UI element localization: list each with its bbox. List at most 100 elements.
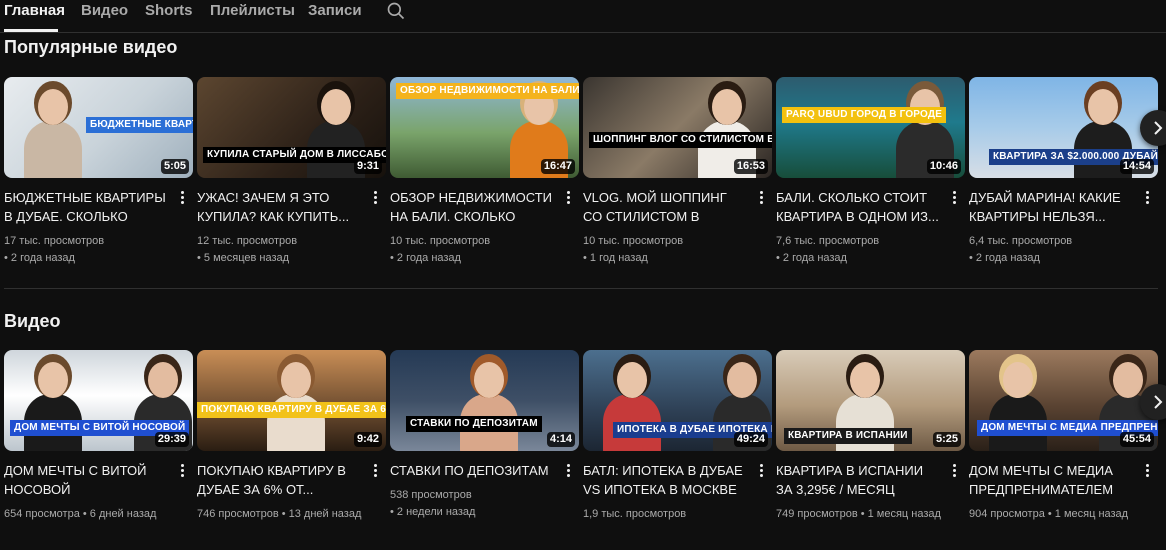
video-thumbnail[interactable]: ОБЗОР НЕДВИЖИМОСТИ НА БАЛИ 16:47 bbox=[390, 77, 579, 178]
video-age: • 2 года назад bbox=[390, 252, 461, 264]
guest-head bbox=[727, 362, 757, 398]
video-views: 17 тыс. просмотров bbox=[4, 235, 105, 247]
presenter-head bbox=[474, 362, 504, 398]
more-vert-icon[interactable] bbox=[369, 462, 381, 480]
channel-tabs: Главная Видео Shorts Плейлисты Записи bbox=[0, 0, 1166, 33]
video-duration: 49:24 bbox=[733, 432, 768, 447]
video-title[interactable]: ДОМ МЕЧТЫ С ВИТОЙ НОСОВОЙ bbox=[4, 461, 170, 499]
video-thumbnail[interactable]: ПОКУПАЮ КВАРТИРУ В ДУБАЕ ЗА 6% ОТ СТОИМО… bbox=[197, 350, 386, 451]
video-thumbnail[interactable]: ДОМ МЕЧТЫ С ВИТОЙ НОСОВОЙ 29:39 bbox=[4, 350, 193, 451]
video-thumbnail[interactable]: КУПИЛА СТАРЫЙ ДОМ В ЛИССАБОНЕ 9:31 bbox=[197, 77, 386, 178]
video-title[interactable]: БАЛИ. СКОЛЬКО СТОИТ КВАРТИРА В ОДНОМ ИЗ.… bbox=[776, 188, 942, 226]
video-views: 1,9 тыс. просмотров bbox=[583, 508, 687, 520]
section-title-popular: Популярные видео bbox=[4, 37, 178, 57]
video-views: 749 просмотров • 1 месяц назад bbox=[776, 508, 941, 520]
video-duration: 29:39 bbox=[154, 432, 189, 447]
video-thumbnail[interactable]: БЮДЖЕТНЫЕ КВАРТИРЫ В ДУБАЕ 5:05 bbox=[4, 77, 193, 178]
more-vert-icon[interactable] bbox=[948, 189, 960, 207]
video-duration: 9:42 bbox=[353, 432, 382, 447]
thumbnail-caption: ОБЗОР НЕДВИЖИМОСТИ НА БАЛИ bbox=[396, 83, 579, 99]
tab-videos[interactable]: Видео bbox=[81, 2, 128, 19]
more-vert-icon[interactable] bbox=[1141, 189, 1153, 207]
video-age: • 2 недели назад bbox=[390, 506, 476, 518]
video-title[interactable]: ДУБАЙ МАРИНА! КАКИЕ КВАРТИРЫ НЕЛЬЗЯ... bbox=[969, 188, 1135, 226]
thumbnail-caption: СТАВКИ ПО ДЕПОЗИТАМ bbox=[406, 416, 542, 432]
video-card: КУПИЛА СТАРЫЙ ДОМ В ЛИССАБОНЕ 9:31 УЖАС! З… bbox=[197, 77, 386, 277]
video-age: • 5 месяцев назад bbox=[197, 252, 290, 264]
video-duration: 4:14 bbox=[546, 432, 575, 447]
video-title[interactable]: КВАРТИРА В ИСПАНИИ ЗА 3,295€ / МЕСЯЦ bbox=[776, 461, 942, 499]
more-vert-icon[interactable] bbox=[176, 462, 188, 480]
more-vert-icon[interactable] bbox=[562, 189, 574, 207]
tab-shorts[interactable]: Shorts bbox=[145, 2, 193, 19]
video-title[interactable]: VLOG. МОЙ ШОППИНГ СО СТИЛИСТОМ В ДУБАЕ!.… bbox=[583, 188, 749, 226]
video-thumbnail[interactable]: ДОМ МЕЧТЫ С МЕДИА ПРЕДПРЕНИМАТЕЛЕМ45:54 bbox=[969, 350, 1158, 451]
presenter-head bbox=[712, 89, 742, 125]
presenter-head bbox=[850, 362, 880, 398]
more-vert-icon[interactable] bbox=[176, 189, 188, 207]
search-icon[interactable] bbox=[386, 1, 408, 23]
video-thumbnail[interactable]: СТАВКИ ПО ДЕПОЗИТАМ 4:14 bbox=[390, 350, 579, 451]
video-card: ДОМ МЕЧТЫ С ВИТОЙ НОСОВОЙ 29:39 ДОМ МЕЧТЫ … bbox=[4, 350, 193, 550]
video-card: ОБЗОР НЕДВИЖИМОСТИ НА БАЛИ 16:47 ОБЗОР НЕД… bbox=[390, 77, 579, 277]
video-title[interactable]: УЖАС! ЗАЧЕМ Я ЭТО КУПИЛА? КАК КУПИТЬ... bbox=[197, 188, 363, 226]
tab-playlists[interactable]: Плейлисты bbox=[210, 2, 295, 19]
video-duration: 14:54 bbox=[1119, 159, 1154, 174]
video-views: 654 просмотра • 6 дней назад bbox=[4, 508, 157, 520]
presenter-figure bbox=[24, 121, 82, 178]
more-vert-icon[interactable] bbox=[948, 462, 960, 480]
more-vert-icon[interactable] bbox=[369, 189, 381, 207]
presenter-head bbox=[38, 89, 68, 125]
video-card: ДОМ МЕЧТЫ С МЕДИА ПРЕДПРЕНИМАТЕЛЕМ45:54Д… bbox=[969, 350, 1158, 550]
thumbnail-caption: PARQ UBUD ГОРОД В ГОРОДЕ bbox=[782, 107, 947, 123]
video-age: • 2 года назад bbox=[969, 252, 1040, 264]
video-thumbnail[interactable]: ШОППИНГ ВЛОГ СО СТИЛИСТОМ В ДУБАЕ 16:53 bbox=[583, 77, 772, 178]
videos-row: ДОМ МЕЧТЫ С ВИТОЙ НОСОВОЙ 29:39 ДОМ МЕЧТЫ … bbox=[4, 350, 1166, 550]
video-views: 7,6 тыс. просмотров bbox=[776, 235, 880, 247]
video-thumbnail[interactable]: PARQ UBUD ГОРОД В ГОРОДЕ 10:46 bbox=[776, 77, 965, 178]
presenter-head bbox=[281, 362, 311, 398]
more-vert-icon[interactable] bbox=[562, 462, 574, 480]
video-title[interactable]: ОБЗОР НЕДВИЖИМОСТИ НА БАЛИ. СКОЛЬКО СТОИ… bbox=[390, 188, 556, 226]
guest-head bbox=[148, 362, 178, 398]
video-card: КВАРТИРА В ИСПАНИИ 5:25 КВАРТИРА В ИСПАНИИ… bbox=[776, 350, 965, 550]
video-views: 12 тыс. просмотров bbox=[197, 235, 298, 247]
more-vert-icon[interactable] bbox=[1141, 462, 1153, 480]
video-card: ШОППИНГ ВЛОГ СО СТИЛИСТОМ В ДУБАЕ 16:53 VL… bbox=[583, 77, 772, 277]
thumbnail-caption: ПОКУПАЮ КВАРТИРУ В ДУБАЕ ЗА 6% ОТ СТОИМО… bbox=[197, 402, 386, 418]
video-thumbnail[interactable]: КВАРТИРА В ИСПАНИИ 5:25 bbox=[776, 350, 965, 451]
video-thumbnail[interactable]: ИПОТЕКА В ДУБАЕ ИПОТЕКА В МОСКВЕ49:24 bbox=[583, 350, 772, 451]
video-title[interactable]: ДОМ МЕЧТЫ С МЕДИА ПРЕДПРЕНИМАТЕЛЕМ bbox=[969, 461, 1135, 499]
video-age: • 1 год назад bbox=[583, 252, 648, 264]
video-views: 904 просмотра • 1 месяц назад bbox=[969, 508, 1129, 520]
video-card: БЮДЖЕТНЫЕ КВАРТИРЫ В ДУБАЕ5:05БЮДЖЕТНЫЕ … bbox=[4, 77, 193, 277]
thumbnail-caption: КВАРТИРА В ИСПАНИИ bbox=[784, 428, 912, 444]
presenter-head bbox=[1088, 89, 1118, 125]
video-views: 10 тыс. просмотров bbox=[583, 235, 684, 247]
section-title-videos: Видео bbox=[4, 311, 61, 331]
tab-home[interactable]: Главная bbox=[4, 2, 65, 19]
video-duration: 10:46 bbox=[926, 159, 961, 174]
video-title[interactable]: ПОКУПАЮ КВАРТИРУ В ДУБАЕ ЗА 6% ОТ... bbox=[197, 461, 363, 499]
tab-posts[interactable]: Записи bbox=[308, 2, 362, 19]
video-duration: 9:31 bbox=[353, 159, 382, 174]
video-title[interactable]: БАТЛ: ИПОТЕКА В ДУБАЕ VS ИПОТЕКА В МОСКВ… bbox=[583, 461, 749, 499]
video-card: ИПОТЕКА В ДУБАЕ ИПОТЕКА В МОСКВЕ49:24 БАТ… bbox=[583, 350, 772, 550]
video-card: ПОКУПАЮ КВАРТИРУ В ДУБАЕ ЗА 6% ОТ СТОИМО… bbox=[197, 350, 386, 550]
video-card: СТАВКИ ПО ДЕПОЗИТАМ 4:14 СТАВКИ ПО ДЕПОЗИТ… bbox=[390, 350, 579, 550]
guest-head bbox=[1113, 362, 1143, 398]
video-age: • 2 года назад bbox=[776, 252, 847, 264]
video-views: 10 тыс. просмотров bbox=[390, 235, 491, 247]
more-vert-icon[interactable] bbox=[755, 462, 767, 480]
video-thumbnail[interactable]: КВАРТИРА ЗА $2.000.000 ДУБАЙ МАРИНА14:54 bbox=[969, 77, 1158, 178]
video-card: PARQ UBUD ГОРОД В ГОРОДЕ 10:46 БАЛИ. СКОЛЬ… bbox=[776, 77, 965, 277]
presenter-head bbox=[38, 362, 68, 398]
more-vert-icon[interactable] bbox=[755, 189, 767, 207]
thumbnail-caption: БЮДЖЕТНЫЕ КВАРТИРЫ В ДУБАЕ bbox=[86, 117, 193, 133]
video-title[interactable]: СТАВКИ ПО ДЕПОЗИТАМ bbox=[390, 461, 556, 480]
video-duration: 16:53 bbox=[733, 159, 768, 174]
thumbnail-caption: ШОППИНГ ВЛОГ СО СТИЛИСТОМ В ДУБАЕ bbox=[589, 132, 772, 148]
video-duration: 5:25 bbox=[932, 432, 961, 447]
video-title[interactable]: БЮДЖЕТНЫЕ КВАРТИРЫ В ДУБАЕ. СКОЛЬКО СТОИ… bbox=[4, 188, 170, 226]
video-duration: 45:54 bbox=[1119, 432, 1154, 447]
